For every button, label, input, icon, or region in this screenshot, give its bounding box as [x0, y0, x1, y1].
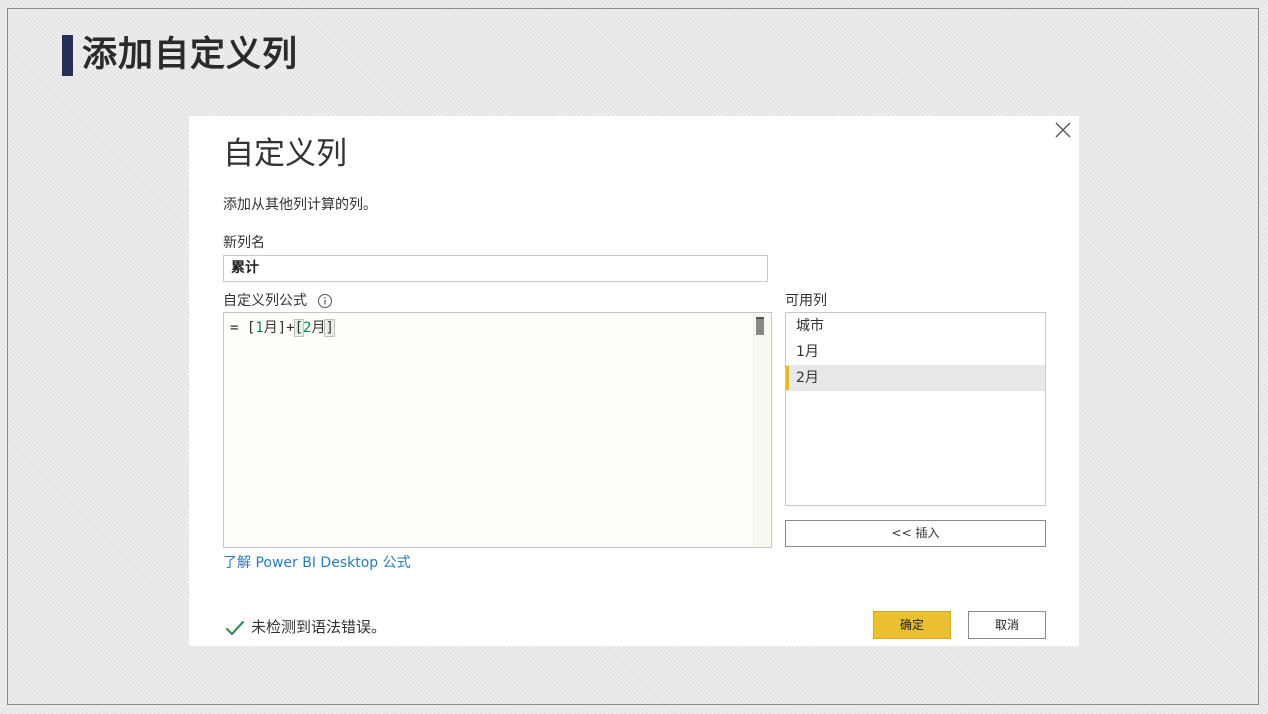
formula-token-text: 月	[311, 320, 326, 336]
new-column-name-label: 新列名	[223, 235, 265, 251]
formula-bracket-close: ]	[277, 320, 287, 336]
formula-bracket-close-highlight: ]	[324, 319, 335, 337]
dialog-title: 自定义列	[223, 136, 347, 172]
learn-formulas-link[interactable]: 了解 Power BI Desktop 公式	[223, 552, 411, 572]
info-icon[interactable]	[317, 293, 333, 309]
column-item-feb[interactable]: 2月	[786, 365, 1045, 391]
column-item-jan[interactable]: 1月	[786, 339, 1045, 365]
formula-label: 自定义列公式	[223, 293, 307, 309]
check-icon	[225, 620, 245, 635]
column-item-city[interactable]: 城市	[786, 313, 1045, 339]
formula-bracket-open-highlight: [	[293, 319, 305, 337]
custom-column-dialog: 自定义列 添加从其他列计算的列。 新列名 累计 自定义列公式 可用列 = [1月…	[189, 116, 1079, 646]
available-columns-list[interactable]: 城市 1月 2月	[785, 312, 1046, 506]
formula-editor[interactable]: = [1月]+[2月]	[223, 312, 772, 548]
syntax-status: 未检测到语法错误。	[225, 616, 386, 637]
slide-title: 添加自定义列	[82, 35, 299, 75]
syntax-status-text: 未检测到语法错误。	[251, 618, 387, 636]
ok-button[interactable]: 确定	[873, 611, 951, 639]
dialog-description: 添加从其他列计算的列。	[223, 197, 377, 213]
new-column-name-input[interactable]: 累计	[223, 255, 768, 282]
formula-scrollbar-thumb[interactable]	[756, 317, 764, 335]
title-accent-bar	[62, 35, 73, 76]
close-icon	[1055, 122, 1071, 138]
formula-token-text: 月	[263, 320, 278, 336]
formula-plus: +	[286, 320, 295, 336]
available-columns-label: 可用列	[785, 293, 827, 309]
cancel-button[interactable]: 取消	[968, 611, 1046, 639]
formula-text: = [1月]+[2月]	[230, 317, 335, 337]
formula-equals: =	[230, 320, 247, 336]
close-button[interactable]	[1052, 119, 1074, 141]
formula-token-number: 1	[255, 320, 264, 336]
formula-scrollbar[interactable]	[753, 313, 771, 547]
insert-button[interactable]: << 插入	[785, 520, 1046, 547]
formula-label-row: 自定义列公式	[223, 290, 333, 310]
